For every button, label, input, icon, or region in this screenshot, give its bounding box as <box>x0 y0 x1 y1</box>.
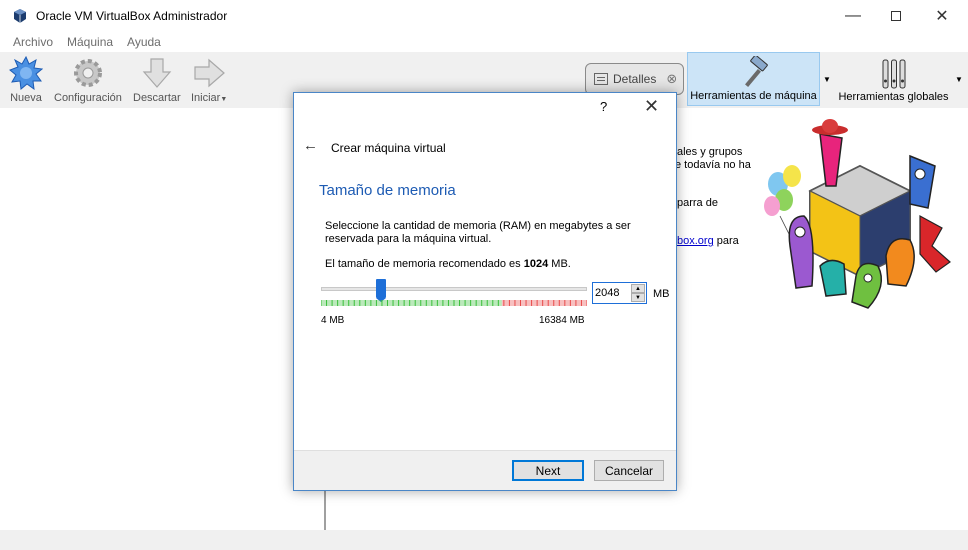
new-vm-button[interactable]: Nueva <box>9 56 43 104</box>
recommended-memory-text: El tamaño de memoria recomendado es 1024… <box>325 258 571 270</box>
dialog-close-button[interactable]: ✕ <box>644 96 659 117</box>
slider-safe-range <box>321 300 502 306</box>
next-button[interactable]: Next <box>512 460 584 481</box>
settings-label: Configuración <box>54 92 122 104</box>
new-vm-label: Nueva <box>10 92 42 104</box>
global-tools-dropdown-icon[interactable]: ▼ <box>952 52 966 106</box>
minimize-icon: — <box>845 7 861 24</box>
back-arrow-icon[interactable]: ← <box>303 137 318 154</box>
welcome-text-3: parra de <box>677 197 718 209</box>
details-close-icon[interactable]: ⊗ <box>666 71 677 87</box>
memory-description: Seleccione la cantidad de memoria (RAM) … <box>325 220 631 246</box>
maximize-icon <box>891 11 901 21</box>
machine-tools-dropdown-icon[interactable]: ▼ <box>820 52 834 106</box>
welcome-text-2: e todavía no ha <box>675 159 751 171</box>
discard-label: Descartar <box>133 92 181 104</box>
virtualbox-website-link[interactable]: box.org <box>677 235 714 247</box>
start-dropdown-icon[interactable]: ▼ <box>220 96 227 103</box>
spin-up-icon[interactable]: ▲ <box>631 284 645 293</box>
title-bar: Oracle VM VirtualBox Administrador <box>0 0 968 32</box>
close-icon: ✕ <box>935 8 949 25</box>
memory-spinbox[interactable]: ▲ ▼ <box>592 282 647 304</box>
min-memory-label: 4 MB <box>321 315 345 326</box>
window-title: Oracle VM VirtualBox Administrador <box>36 9 228 23</box>
memory-description-line-2: reservada para la máquina virtual. <box>325 233 492 245</box>
recommended-suffix: MB. <box>551 258 571 270</box>
memory-description-line-1: Seleccione la cantidad de memoria (RAM) … <box>325 220 631 232</box>
welcome-text-4: para <box>716 235 739 247</box>
close-window-button[interactable]: ✕ <box>919 0 965 32</box>
memory-slider[interactable] <box>321 279 587 311</box>
memory-unit-label: MB <box>653 288 670 300</box>
memory-input[interactable] <box>593 283 631 303</box>
recommended-value: 1024 <box>523 258 549 270</box>
slider-track[interactable] <box>321 287 587 291</box>
machine-tools-button[interactable]: Herramientas de máquina <box>687 52 820 106</box>
slider-scale <box>321 300 587 306</box>
gear-icon <box>73 59 102 87</box>
virtualbox-manager-window: Oracle VM VirtualBox Administrador — ✕ A… <box>0 0 968 550</box>
virtualbox-mascots-image <box>764 119 951 309</box>
menu-maquina[interactable]: Máquina <box>60 32 120 52</box>
vm-list-pane[interactable] <box>0 108 326 530</box>
minimize-button[interactable]: — <box>830 0 876 32</box>
slider-thumb[interactable] <box>376 279 386 302</box>
close-icon: ✕ <box>644 96 660 116</box>
cancel-button[interactable]: Cancelar <box>594 460 664 481</box>
new-star-icon <box>9 56 43 90</box>
start-label: Iniciar <box>191 92 221 104</box>
virtualbox-logo-icon <box>14 9 26 23</box>
spin-down-icon[interactable]: ▼ <box>631 293 645 302</box>
start-button[interactable]: Iniciar▼ <box>191 56 227 104</box>
dialog-footer: Next Cancelar <box>294 450 676 490</box>
menu-ayuda[interactable]: Ayuda <box>120 32 168 52</box>
machine-tools-label: Herramientas de máquina <box>690 90 817 102</box>
dialog-title-bar: ? ✕ <box>294 93 676 123</box>
menu-archivo[interactable]: Archivo <box>6 32 60 52</box>
down-arrow-icon <box>142 58 172 88</box>
status-bar <box>0 530 968 550</box>
menu-bar: Archivo Máquina Ayuda <box>0 32 968 52</box>
recommended-prefix: El tamaño de memoria recomendado es <box>325 258 521 270</box>
max-memory-label: 16384 MB <box>539 315 585 326</box>
toolbox-icon <box>882 59 905 89</box>
discard-button[interactable]: Descartar <box>133 56 181 104</box>
create-vm-dialog: ? ✕ ← Crear máquina virtual Tamaño de me… <box>293 92 677 491</box>
welcome-text-1: ales y grupos <box>677 146 743 158</box>
details-view-button[interactable]: Detalles ⊗ <box>585 63 684 95</box>
right-arrow-icon <box>194 58 226 88</box>
global-tools-label: Herramientas globales <box>838 91 949 103</box>
help-button[interactable]: ? <box>600 99 607 114</box>
maximize-button[interactable] <box>873 0 919 32</box>
wizard-title: Crear máquina virtual <box>331 141 446 155</box>
section-title: Tamaño de memoria <box>319 182 456 199</box>
settings-button[interactable]: Configuración <box>54 56 122 104</box>
details-list-icon <box>594 73 608 85</box>
details-label: Detalles <box>613 72 657 86</box>
global-tools-button[interactable]: Herramientas globales <box>836 52 951 106</box>
hammer-icon <box>744 56 768 87</box>
